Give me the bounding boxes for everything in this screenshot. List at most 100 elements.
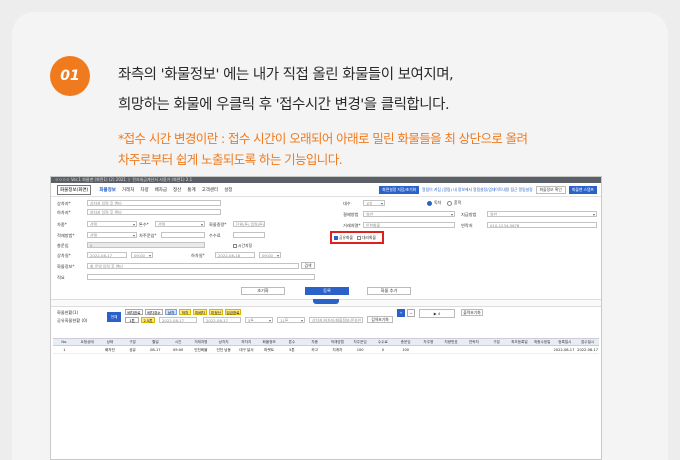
collapse-handle[interactable]	[313, 299, 339, 304]
radio-unselected-icon	[447, 200, 452, 206]
radio-mixed[interactable]: 혼적	[447, 200, 461, 206]
vehicle-select[interactable]: 선택	[87, 221, 137, 227]
table-header-cell[interactable]: 최초등록일	[508, 339, 531, 345]
list-search-input[interactable]: 상차지/하차지/화물정보/운송인	[309, 317, 363, 323]
table-header-cell[interactable]: 수수료	[372, 339, 395, 345]
menu-item-stats[interactable]: 통계	[187, 187, 195, 193]
freight-input[interactable]	[161, 232, 205, 238]
print-reset-button[interactable]: 출력초기화	[461, 309, 483, 316]
share-cargo-check[interactable]: 공유화물	[334, 235, 353, 241]
table-header-cell[interactable]: 연락처	[463, 339, 486, 345]
stamp-button[interactable]: 화물맨 스탬프	[568, 186, 597, 194]
table-header-cell[interactable]: 구분	[121, 339, 144, 345]
load-date-input[interactable]: 2022-08-17	[87, 252, 127, 258]
notice-text[interactable]: 알림이 켜짐 (알림) 내 정보에서 알림설정/업데이트내용 접근 알림설정	[422, 187, 533, 193]
main-menu: 화물정보 거래처 차량 배차금 정산 통계 고객센터 설정	[99, 187, 232, 193]
payment-type-select[interactable]: 일반	[487, 211, 597, 217]
cargo-check-button[interactable]: 화물정보 확인	[535, 186, 566, 194]
table-header-cell[interactable]: 화물정보	[258, 339, 281, 345]
menu-item-cargo-info[interactable]: 화물정보	[99, 187, 116, 193]
table-header-cell[interactable]: 상태	[99, 339, 122, 345]
freight-label: 차주운임*	[139, 233, 157, 238]
count-select[interactable]: 1대	[363, 200, 385, 206]
time-designate-check[interactable]: 시간지정	[233, 243, 252, 249]
proxy-cargo-check[interactable]: 대리화물	[356, 235, 376, 241]
table-header-cell[interactable]: 등록일시	[554, 339, 577, 345]
filter-dispatch-cancel[interactable]: 배차취소	[145, 309, 163, 315]
table-header-cell[interactable]: 접수일시	[576, 339, 599, 345]
filter-unsettled[interactable]: 미정산	[209, 309, 223, 315]
filter-loading[interactable]: 상차	[165, 309, 177, 315]
menu-item-support[interactable]: 고객센터	[202, 187, 219, 193]
loading-select[interactable]: 선택	[87, 232, 137, 238]
client-input[interactable]: 인천화물	[363, 222, 455, 228]
filter-undispatched[interactable]: 미배차	[193, 309, 207, 315]
table-row[interactable]: 1 배차전 공유 08-17 09:00 인천화물 인천 남동 대구 달서 파렛…	[53, 347, 599, 354]
note-line-2: 차주로부터 쉽게 노출되도록 하는 기능입니다.	[118, 152, 343, 167]
panel-divider	[51, 299, 601, 307]
total-value: 0	[87, 242, 205, 248]
table-header-cell[interactable]: 차주운임	[349, 339, 372, 345]
cargo-info-search-button[interactable]: 검색	[301, 262, 315, 269]
contact-input[interactable]: 010-1234-5678	[487, 222, 597, 228]
table-header-cell[interactable]: 차량번호	[440, 339, 463, 345]
menu-item-clients[interactable]: 거래처	[122, 187, 134, 193]
table-header-cell[interactable]: 차주명	[417, 339, 440, 345]
table-header-cell[interactable]: 월일	[144, 339, 167, 345]
table-header-cell[interactable]: 차종	[303, 339, 326, 345]
cargo-amount-input[interactable]: 단위(톤) 입력(톤)	[233, 221, 265, 227]
menu-item-settlement[interactable]: 정산	[173, 187, 181, 193]
tab-all[interactable]: 전체	[107, 312, 121, 322]
table-header-cell[interactable]: 하차지	[235, 339, 258, 345]
radio-exclusive[interactable]: 독차	[427, 200, 441, 206]
pager-control[interactable]: ▶ 4	[419, 309, 455, 318]
checkbox-checked-icon	[334, 235, 338, 240]
menu-item-dispatch[interactable]: 배차금	[155, 187, 167, 193]
date-to-input[interactable]: 2022-08-17	[203, 317, 241, 323]
checkbox-icon	[233, 244, 237, 248]
table-header-cell[interactable]: 상차지	[212, 339, 235, 345]
payment-method-select[interactable]: 일반	[363, 211, 455, 217]
filter-unloading[interactable]: 하차	[179, 309, 191, 315]
menu-item-vehicles[interactable]: 차량	[140, 187, 148, 193]
unloader-input[interactable]: 하차지 입력 후 엔터	[87, 209, 221, 215]
ton-filter-select[interactable]: 5톤	[245, 317, 273, 323]
unload-date-input[interactable]: 2022-08-18	[215, 252, 255, 258]
vehicle-label: 차종*	[57, 222, 67, 227]
add-cargo-button[interactable]: 화물 추가	[367, 287, 411, 295]
load-time-select[interactable]: 09:00	[131, 252, 153, 258]
register-button[interactable]: 등록	[305, 287, 349, 295]
memo-input[interactable]	[87, 274, 315, 280]
client-label: 거래처명*	[343, 223, 361, 228]
table-header-cell[interactable]: 요청상태	[76, 339, 99, 345]
reset-button[interactable]: 초기화	[241, 287, 285, 295]
table-header-cell[interactable]: 총운임	[394, 339, 417, 345]
table-header-cell[interactable]: 적재방법	[326, 339, 349, 345]
cargo-info-input[interactable]: 화 운영 입력 후 엔터	[87, 263, 299, 269]
menu-item-settings[interactable]: 설정	[224, 187, 232, 193]
ton-filter-select-2[interactable]: 11톤	[277, 317, 305, 323]
filter-2-5ton[interactable]: 2.5톤	[141, 317, 155, 323]
table-header-cell[interactable]: 시간	[167, 339, 190, 345]
table-header-cell[interactable]: 최종수정일	[531, 339, 554, 345]
filter-paid[interactable]: 입금완료	[225, 309, 241, 315]
table-header-cell[interactable]: 구분	[485, 339, 508, 345]
minus-icon[interactable]: −	[407, 309, 415, 317]
add-icon[interactable]: +	[397, 309, 405, 317]
date-from-input[interactable]: 2022-08-17	[159, 317, 197, 323]
filter-1ton[interactable]: 1톤	[125, 317, 139, 323]
unload-time-select[interactable]: 09:00	[259, 252, 281, 258]
table-header-cell[interactable]: No.	[53, 339, 76, 345]
brand-button[interactable]: 화물정보(화면)	[57, 184, 92, 195]
table-header-cell[interactable]: 거래처명	[190, 339, 213, 345]
table-cell: 08-17	[150, 348, 161, 352]
table-cell: 2022-08-17 10:38	[553, 348, 577, 352]
fee-input[interactable]	[233, 232, 265, 238]
ton-select[interactable]: 선택	[155, 221, 205, 227]
layout-save-button[interactable]: 화면설정 저장/초기화	[379, 186, 420, 194]
table-header-cell[interactable]: 톤수	[281, 339, 304, 345]
table-cell: 100	[356, 348, 364, 352]
search-reset-button[interactable]: 검색초기화	[367, 316, 393, 323]
filter-dispatched[interactable]: 배차완료	[125, 309, 143, 315]
shipper-input[interactable]: 상차지 입력 후 엔터	[87, 200, 221, 206]
